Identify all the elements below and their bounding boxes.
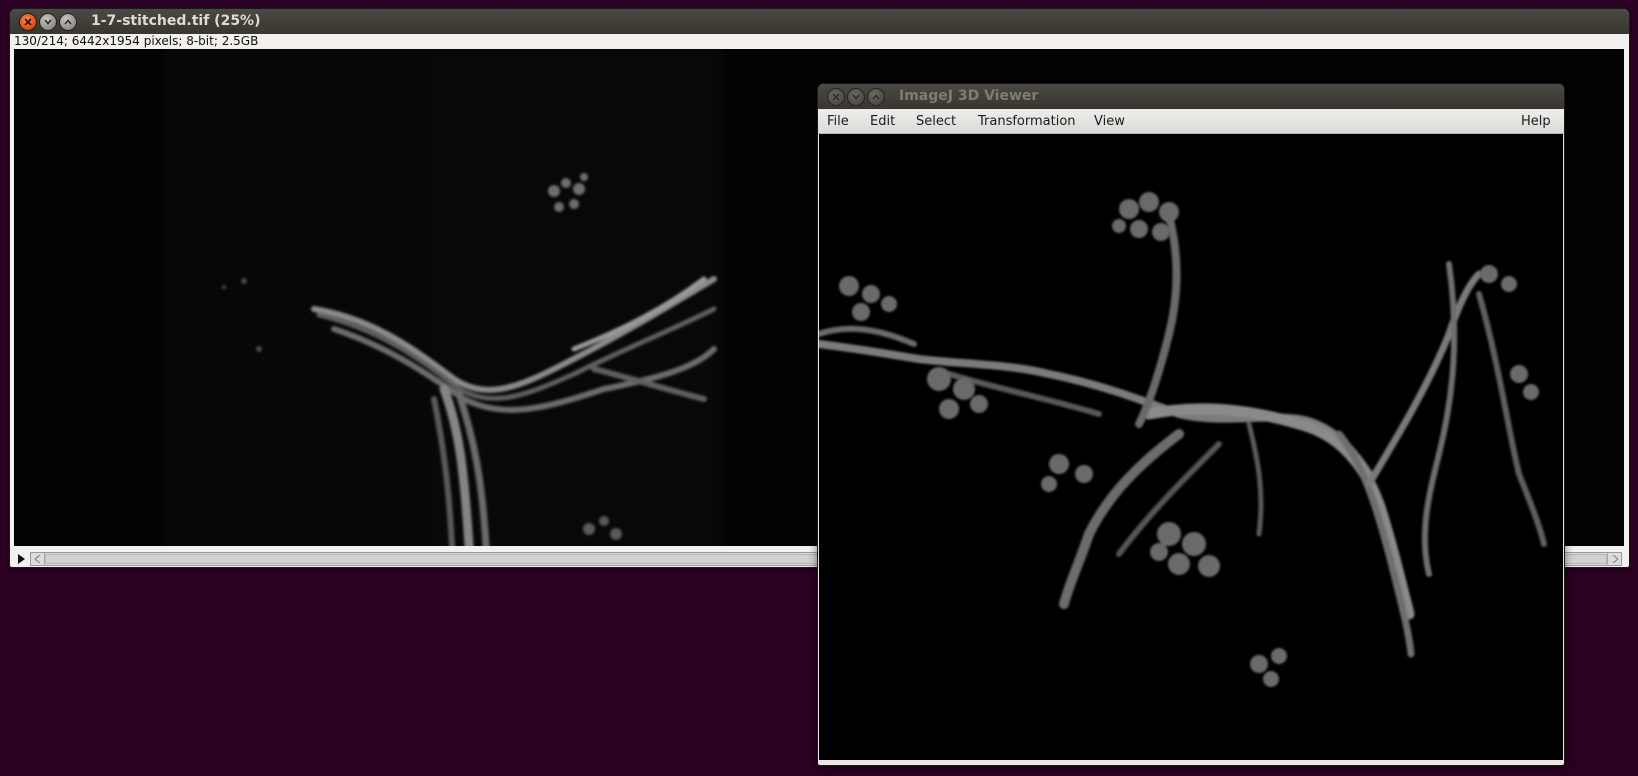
viewer-window: ImageJ 3D Viewer File Edit Select Transf… — [818, 84, 1564, 765]
menu-bar: File Edit Select Transformation View Hel… — [818, 110, 1564, 134]
window-title: 1-7-stitched.tif (25%) — [91, 13, 261, 29]
maximize-icon[interactable] — [60, 14, 76, 30]
minimize-icon[interactable] — [40, 14, 56, 30]
menu-help[interactable]: Help — [1521, 110, 1551, 133]
menu-view[interactable]: View — [1094, 110, 1125, 133]
play-icon[interactable] — [14, 552, 28, 566]
arrow-left-icon[interactable] — [31, 553, 45, 565]
image-info-text: 130/214; 6442x1954 pixels; 8-bit; 2.5GB — [14, 34, 259, 48]
menu-select[interactable]: Select — [916, 110, 956, 133]
maximize-icon[interactable] — [868, 89, 884, 105]
image-window-titlebar[interactable]: 1-7-stitched.tif (25%) — [10, 9, 1629, 34]
arrow-right-icon[interactable] — [1607, 553, 1621, 565]
menu-file[interactable]: File — [827, 110, 849, 133]
minimize-icon[interactable] — [848, 89, 864, 105]
menu-transformation[interactable]: Transformation — [978, 110, 1076, 133]
close-icon[interactable] — [20, 14, 36, 30]
menu-edit[interactable]: Edit — [870, 110, 895, 133]
3d-render-canvas[interactable] — [819, 134, 1563, 760]
close-icon[interactable] — [828, 89, 844, 105]
window-title: ImageJ 3D Viewer — [899, 88, 1039, 104]
viewer-window-titlebar[interactable]: ImageJ 3D Viewer — [818, 84, 1564, 109]
